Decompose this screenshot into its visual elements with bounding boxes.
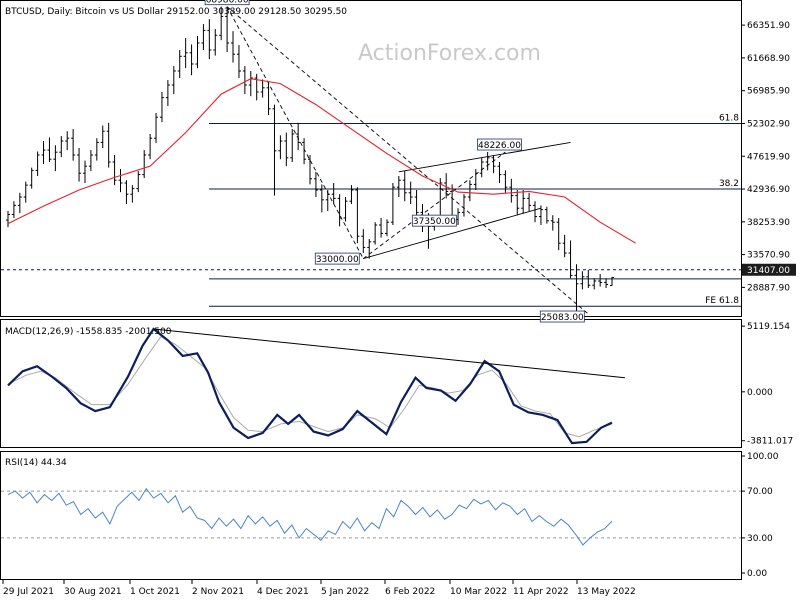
price-tick-label-7: 33570.90 <box>747 251 790 261</box>
price-tick-label-6: 38253.90 <box>747 218 790 228</box>
watermark: ActionForex.com <box>358 41 541 66</box>
rsi-tick-label-0: 100.00 <box>747 452 779 462</box>
price-panel-title: BTCUSD, Daily: Bitcoin vs US Dollar 2915… <box>5 7 347 17</box>
annotation-text-2: 37350.00 <box>413 217 456 227</box>
macd-tick-label-1: 0.000 <box>747 388 773 398</box>
macd-tick-label-2: -3811.017 <box>747 437 793 447</box>
price-tick-label-8: 28887.90 <box>747 283 790 293</box>
time-tick-label-9: 13 May 2022 <box>577 587 636 597</box>
time-tick-label-5: 5 Jan 2022 <box>321 587 369 597</box>
annotation-4: 25083.00 <box>539 310 585 323</box>
annotation-text-4: 25083.00 <box>541 313 584 323</box>
annotation-text-3: 33000.00 <box>316 255 359 265</box>
rsi-tick-label-1: 70.00 <box>747 487 773 497</box>
current-price-label: 31407.00 <box>747 266 790 276</box>
price-tick-label-2: 56985.90 <box>747 87 790 97</box>
price-tick-label-0: 66351.90 <box>747 21 790 31</box>
time-tick-label-1: 30 Aug 2021 <box>64 587 122 597</box>
annotation-3: 33000.00 <box>314 252 360 265</box>
annotation-2: 37350.00 <box>411 214 457 227</box>
price-tick-label-4: 47619.90 <box>747 152 790 162</box>
time-tick-label-4: 4 Dec 2021 <box>257 587 309 597</box>
rsi-tick-label-3: 0.00 <box>747 569 767 579</box>
macd-axis: 5119.154 0.000 -3811.017 <box>741 322 793 447</box>
price-tick-label-1: 61668.90 <box>747 54 790 64</box>
time-tick-label-3: 2 Nov 2021 <box>192 587 244 597</box>
annotation-text-0: 68986.00 <box>206 0 249 6</box>
btcusd-chart[interactable]: ActionForex.com 61.8 38.2 FE 61.8 68986.00… <box>0 0 800 600</box>
macd-panel-frame <box>0 319 742 448</box>
time-tick-label-0: 29 Jul 2021 <box>3 587 54 597</box>
time-tick-label-8: 11 Apr 2022 <box>513 587 569 597</box>
level-label-4: FE 61.8 <box>705 296 739 306</box>
time-axis: 29 Jul 2021 30 Aug 2021 1 Oct 2021 2 Nov 20… <box>2 580 636 597</box>
time-tick-label-2: 1 Oct 2021 <box>130 587 180 597</box>
annotation-text-1: 48226.00 <box>478 141 521 151</box>
time-tick-label-6: 6 Feb 2022 <box>385 587 435 597</box>
rsi-panel-title: RSI(14) 44.34 <box>5 458 67 468</box>
macd-panel-title: MACD(12,26,9) -1558.835 -2001.500 <box>5 327 172 337</box>
rsi-tick-label-2: 30.00 <box>747 534 773 544</box>
price-axis: 66351.90 61668.90 56985.90 52302.90 47619.90… <box>741 21 796 293</box>
price-tick-label-3: 52302.90 <box>747 119 790 129</box>
annotation-0: 68986.00 <box>204 0 250 6</box>
time-tick-label-7: 10 Mar 2022 <box>450 587 507 597</box>
annotation-1: 48226.00 <box>477 138 522 151</box>
rsi-panel-frame <box>0 451 742 580</box>
rsi-axis: 100.00 70.00 30.00 0.00 <box>741 452 779 579</box>
macd-tick-label-0: 5119.154 <box>747 322 790 332</box>
price-tick-label-5: 42936.90 <box>747 185 790 195</box>
level-label-1: 38.2 <box>719 179 739 189</box>
level-label-0: 61.8 <box>719 113 739 123</box>
